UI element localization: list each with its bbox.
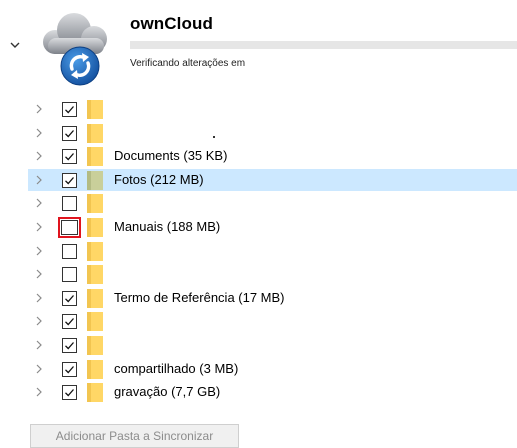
folder-label: Fotos (212 MB) xyxy=(114,171,204,187)
folder-sync-checkbox[interactable] xyxy=(62,125,77,141)
checkmark-icon xyxy=(65,318,74,326)
checkmark-icon xyxy=(65,129,74,138)
folder-sync-checkbox[interactable] xyxy=(62,196,77,212)
collapse-account-chevron-icon[interactable] xyxy=(8,38,22,52)
folder-row[interactable]: Termo de Referência (17 MB) xyxy=(28,287,517,309)
checkmark-icon xyxy=(65,342,74,350)
folder-row[interactable]: Documents (35 KB) xyxy=(28,145,517,167)
folder-label: Documents (35 KB) xyxy=(114,148,228,164)
folder-sync-checkbox[interactable] xyxy=(62,338,77,353)
expand-chevron-icon[interactable] xyxy=(33,292,45,304)
expand-chevron-icon[interactable] xyxy=(33,339,45,351)
folder-icon xyxy=(87,241,103,261)
expand-chevron-icon[interactable] xyxy=(33,386,45,398)
folder-row[interactable]: Fotos (212 MB) xyxy=(28,168,517,191)
expand-chevron-icon[interactable] xyxy=(33,245,45,257)
folder-row[interactable] xyxy=(28,240,517,262)
folder-sync-checkbox[interactable] xyxy=(62,149,77,165)
account-name: ownCloud xyxy=(130,14,213,33)
folder-row[interactable] xyxy=(28,122,517,144)
folder-icon xyxy=(87,100,103,119)
expand-chevron-icon[interactable] xyxy=(33,174,45,186)
expand-chevron-icon[interactable] xyxy=(33,268,45,280)
decorative-dot xyxy=(213,135,215,138)
folder-row[interactable]: Manuais (188 MB) xyxy=(28,216,517,238)
expand-chevron-icon[interactable] xyxy=(33,127,45,139)
folder-sync-checkbox[interactable] xyxy=(62,314,77,330)
sync-status-text: Verificando alterações em xyxy=(130,58,246,69)
expand-chevron-icon[interactable] xyxy=(33,221,45,233)
folder-row[interactable]: gravação (7,7 GB) xyxy=(28,381,517,403)
folder-icon xyxy=(87,265,103,285)
checkmark-icon xyxy=(65,365,74,374)
folder-label: Manuais (188 MB) xyxy=(114,219,221,234)
folder-sync-checkbox[interactable] xyxy=(58,217,81,238)
owncloud-logo-icon xyxy=(43,13,107,86)
folder-row[interactable] xyxy=(28,98,517,120)
checkmark-icon xyxy=(65,176,74,185)
folder-icon xyxy=(87,288,103,308)
sync-progress-bar xyxy=(130,41,517,49)
checkmark-icon xyxy=(65,153,74,161)
folder-row[interactable] xyxy=(28,310,517,332)
folder-icon xyxy=(87,147,103,167)
expand-chevron-icon[interactable] xyxy=(33,103,45,115)
folder-sync-checkbox[interactable] xyxy=(62,102,77,117)
folder-sync-checkbox[interactable] xyxy=(62,385,77,401)
folder-label: Termo de Referência (17 MB) xyxy=(114,289,285,305)
folder-row[interactable]: compartilhado (3 MB) xyxy=(28,358,517,380)
checkmark-icon xyxy=(65,389,74,397)
folder-row[interactable] xyxy=(28,192,517,214)
folder-icon xyxy=(87,194,103,214)
expand-chevron-icon[interactable] xyxy=(33,197,45,209)
folder-sync-checkbox[interactable] xyxy=(62,361,77,377)
checkmark-icon xyxy=(65,294,74,303)
expand-chevron-icon[interactable] xyxy=(33,315,45,327)
folder-icon xyxy=(87,218,103,237)
folder-icon xyxy=(87,336,103,355)
add-sync-folder-button[interactable]: Adicionar Pasta a Sincronizar xyxy=(30,424,239,448)
expand-chevron-icon[interactable] xyxy=(33,363,45,375)
folder-row[interactable] xyxy=(28,334,517,356)
folder-label: gravação (7,7 GB) xyxy=(114,384,221,400)
folder-row[interactable] xyxy=(28,263,517,285)
expand-chevron-icon[interactable] xyxy=(33,150,45,162)
folder-sync-checkbox[interactable] xyxy=(62,290,77,306)
folder-label: compartilhado (3 MB) xyxy=(114,360,239,376)
folder-icon xyxy=(87,359,103,379)
folder-sync-checkbox[interactable] xyxy=(62,172,77,188)
checkmark-icon xyxy=(65,106,74,114)
folder-sync-checkbox[interactable] xyxy=(62,267,77,283)
folder-icon xyxy=(87,123,103,143)
folder-icon xyxy=(87,170,103,190)
folder-icon xyxy=(87,312,103,332)
folder-sync-checkbox[interactable] xyxy=(62,243,77,259)
folder-icon xyxy=(87,383,103,403)
